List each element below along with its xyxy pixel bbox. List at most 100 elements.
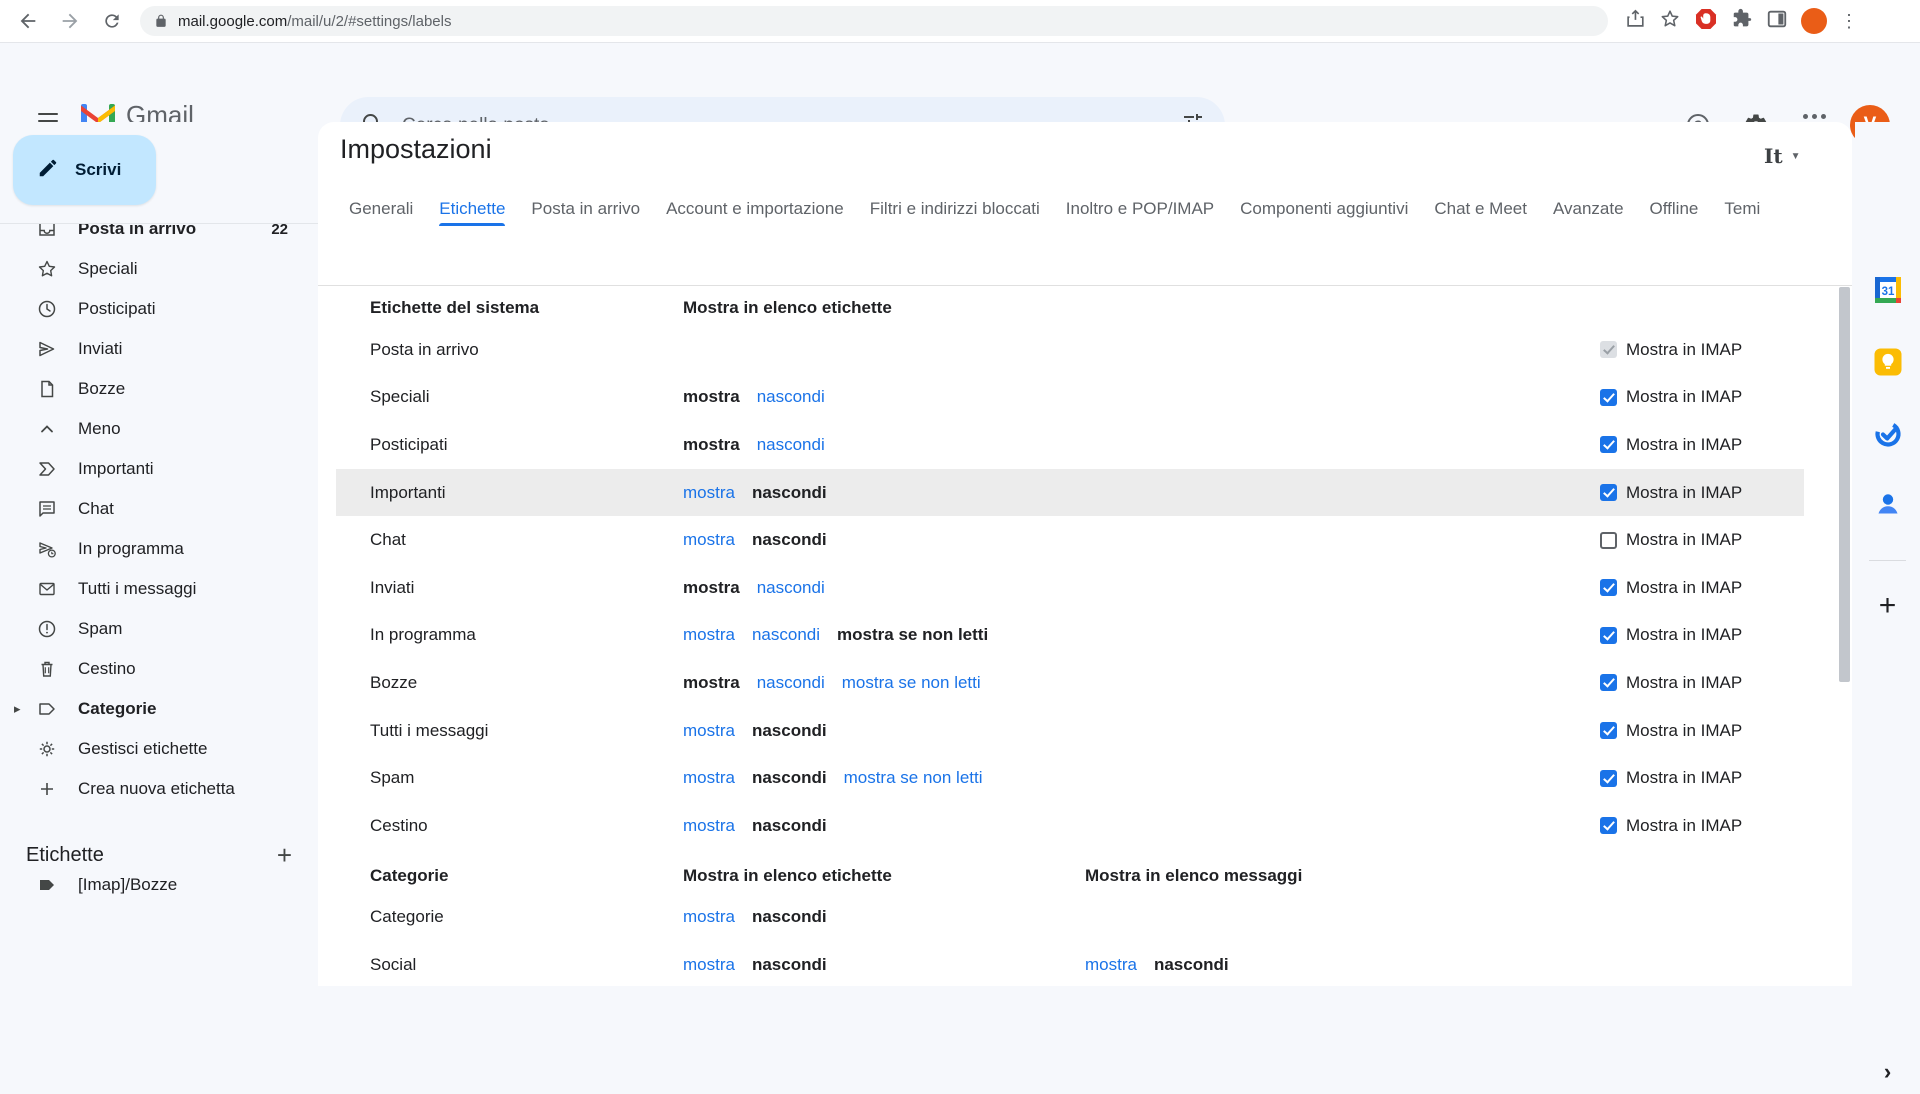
tab-filtri-e-indirizzi-bloccati[interactable]: Filtri e indirizzi bloccati [870,187,1040,231]
important-icon [36,458,58,480]
imap-checkbox-checked[interactable] [1600,817,1617,834]
option-mostra-link[interactable]: mostra [683,625,735,645]
tab-etichette[interactable]: Etichette [439,187,505,231]
option-nascondi-link[interactable]: nascondi [757,435,825,455]
sidebar-item-categorie[interactable]: ▸Categorie [0,689,318,729]
keep-icon[interactable] [1866,340,1910,384]
imap-checkbox-checked[interactable] [1600,579,1617,596]
sidebar-item-inviati[interactable]: Inviati [0,329,318,369]
option-mostra-se-non-letti-link[interactable]: mostra se non letti [844,768,983,788]
manage-labels-icon [36,738,58,760]
compose-button[interactable]: Scrivi [13,135,156,205]
imap-checkbox-checked[interactable] [1600,722,1617,739]
imap-checkbox-checked[interactable] [1600,627,1617,644]
sidebar-item-label: Spam [78,619,122,639]
imap-checkbox-checked[interactable] [1600,389,1617,406]
calendar-icon[interactable]: 31 [1866,268,1910,312]
option-mostra-link[interactable]: mostra [683,816,735,836]
imap-cell: Mostra in IMAP [1600,612,1742,660]
forward-icon[interactable] [56,7,84,35]
imap-checkbox-unchecked[interactable] [1600,532,1617,549]
sidebar-item-posta-in-arrivo[interactable]: Posta in arrivo22 [0,223,318,249]
input-tools-button[interactable]: It ▼ [1764,144,1801,168]
tab-temi[interactable]: Temi [1724,187,1760,231]
back-icon[interactable] [14,7,42,35]
scrollbar-thumb[interactable] [1839,287,1850,682]
option-mostra-link[interactable]: mostra [683,530,735,550]
tab-offline[interactable]: Offline [1650,187,1699,231]
option-mostra-se-non-letti-link[interactable]: mostra se non letti [842,673,981,693]
imap-label: Mostra in IMAP [1626,721,1742,741]
adblock-icon[interactable] [1694,7,1718,36]
tasks-icon[interactable] [1866,412,1910,456]
sidebar-item-cestino[interactable]: Cestino [0,649,318,689]
sidebar-item-tutti-i-messaggi[interactable]: Tutti i messaggi [0,569,318,609]
sidebar-item-gestisci-etichette[interactable]: Gestisci etichette [0,729,318,769]
contacts-icon[interactable] [1866,482,1910,526]
all-mail-icon [36,578,58,600]
row-label: Posta in arrivo [370,326,479,374]
browser-profile-avatar[interactable] [1801,8,1827,34]
sidebar-item-in-programma[interactable]: In programma [0,529,318,569]
imap-checkbox-checked[interactable] [1600,674,1617,691]
scheduled-send-icon [36,538,58,560]
row-label: Importanti [370,469,446,517]
table-header-row: Etichette del sistemaMostra in elenco et… [318,290,1852,326]
sidebar-item-bozze[interactable]: Bozze [0,369,318,409]
sidebar-item-importanti[interactable]: Importanti [0,449,318,489]
label-filled-icon [36,874,58,896]
imap-checkbox-checked[interactable] [1600,436,1617,453]
tab-account-e-importazione[interactable]: Account e importazione [666,187,844,231]
option-mostra-link[interactable]: mostra [1085,955,1137,975]
spam-icon [36,618,58,640]
option-mostra-link[interactable]: mostra [683,483,735,503]
row-label: Tutti i messaggi [370,707,488,755]
option-mostra-link[interactable]: mostra [683,768,735,788]
sidebar-item-spam[interactable]: Spam [0,609,318,649]
table-row-chat: ChatmostranascondiMostra in IMAP [318,516,1852,564]
tab-generali[interactable]: Generali [349,187,413,231]
imap-checkbox-checked[interactable] [1600,770,1617,787]
option-nascondi-link[interactable]: nascondi [752,625,820,645]
imap-checkbox-checked[interactable] [1600,484,1617,501]
row-options: mostranascondimostra se non letti [683,659,981,707]
bookmark-star-icon[interactable] [1659,8,1681,35]
imap-label: Mostra in IMAP [1626,435,1742,455]
expand-chevron-icon[interactable]: ▸ [14,701,21,717]
option-nascondi-link[interactable]: nascondi [757,673,825,693]
create-label-plus-icon[interactable]: + [277,845,292,865]
label-item-imap-bozze[interactable]: [Imap]/Bozze [0,865,318,905]
tab-avanzate[interactable]: Avanzate [1553,187,1624,231]
tab-posta-in-arrivo[interactable]: Posta in arrivo [531,187,640,231]
sidebar-nav-list: Posta in arrivo22SpecialiPosticipatiInvi… [0,223,318,811]
share-icon[interactable] [1624,8,1646,35]
option-nascondi-link[interactable]: nascondi [757,578,825,598]
tab-chat-e-meet[interactable]: Chat e Meet [1434,187,1527,231]
browser-toolbar: mail.google.com/mail/u/2/#settings/label… [0,0,1920,43]
imap-label: Mostra in IMAP [1626,578,1742,598]
menu-kebab-icon[interactable]: ⋮ [1840,16,1856,26]
category-tag-icon [36,698,58,720]
option-mostra-link[interactable]: mostra [683,907,735,927]
option-mostra-link[interactable]: mostra [683,721,735,741]
input-tools-icon: It [1764,144,1783,168]
tab-inoltro-e-pop-imap[interactable]: Inoltro e POP/IMAP [1066,187,1214,231]
tab-componenti-aggiuntivi[interactable]: Componenti aggiuntivi [1240,187,1408,231]
sidebar-item-meno[interactable]: Meno [0,409,318,449]
imap-cell: Mostra in IMAP [1600,326,1742,374]
sidebar-item-speciali[interactable]: Speciali [0,249,318,289]
star-icon [36,258,58,280]
reload-icon[interactable] [98,7,126,35]
option-nascondi-selected: nascondi [752,907,827,927]
side-panel-toggle-icon[interactable] [1766,8,1788,35]
collapse-panel-chevron-icon[interactable]: › [1866,1050,1910,1094]
table-row-inviati: InviatimostranascondiMostra in IMAP [318,564,1852,612]
sidebar-item-crea-nuova-etichetta[interactable]: Crea nuova etichetta [0,769,318,809]
extensions-puzzle-icon[interactable] [1731,8,1753,35]
url-bar[interactable]: mail.google.com/mail/u/2/#settings/label… [140,6,1608,36]
get-add-ons-plus-icon[interactable]: + [1866,584,1910,628]
option-mostra-link[interactable]: mostra [683,955,735,975]
sidebar-item-posticipati[interactable]: Posticipati [0,289,318,329]
option-nascondi-link[interactable]: nascondi [757,387,825,407]
sidebar-item-chat[interactable]: Chat [0,489,318,529]
